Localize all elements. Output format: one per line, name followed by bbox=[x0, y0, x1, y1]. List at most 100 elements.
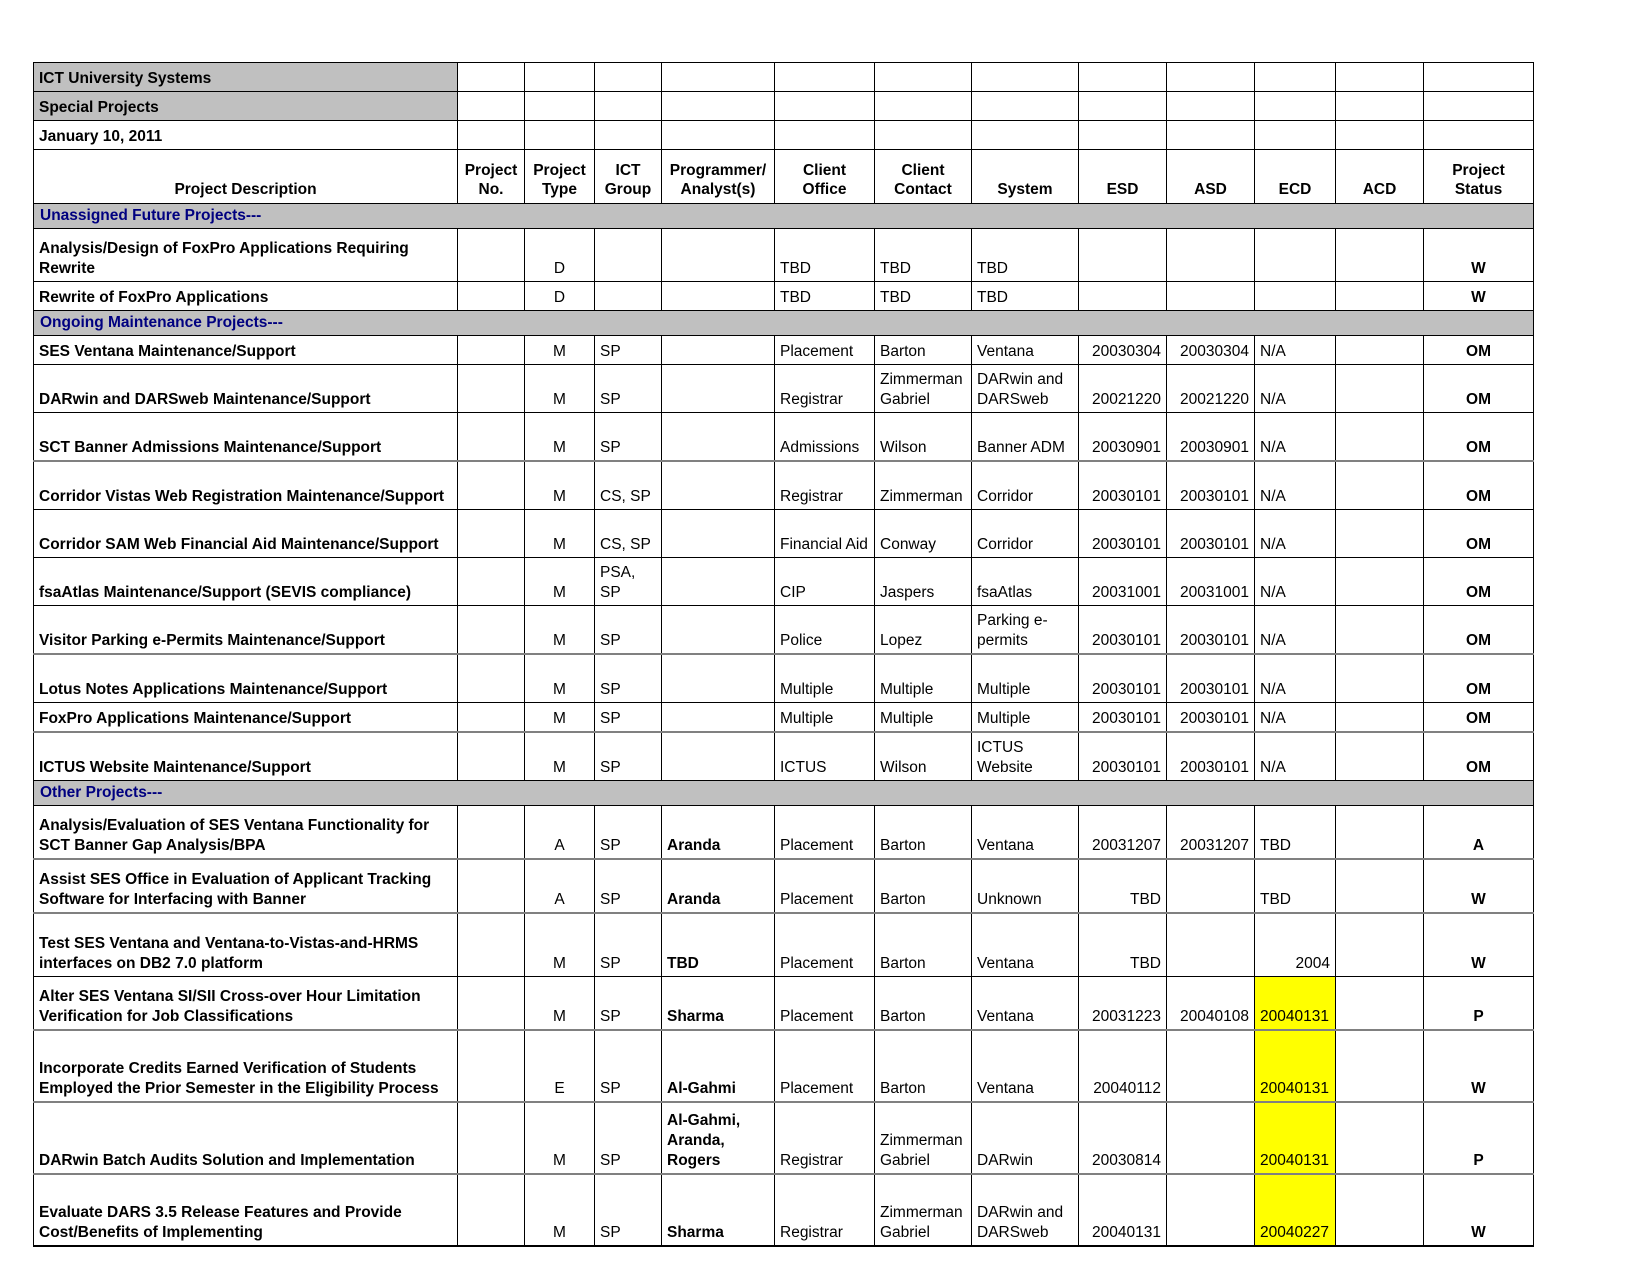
cell-project-status[interactable]: OM bbox=[1424, 732, 1534, 781]
cell-ict-group[interactable]: SP bbox=[595, 365, 662, 413]
cell-project-type[interactable]: E bbox=[525, 1030, 595, 1102]
cell-ict-group[interactable]: SP bbox=[595, 913, 662, 977]
cell-ecd[interactable]: TBD bbox=[1255, 859, 1336, 913]
cell-asd[interactable] bbox=[1167, 1030, 1255, 1102]
cell-client-contact[interactable]: Wilson bbox=[875, 413, 972, 462]
cell-project-no[interactable] bbox=[458, 732, 525, 781]
cell-acd[interactable] bbox=[1336, 977, 1424, 1031]
cell-asd[interactable]: 20030101 bbox=[1167, 732, 1255, 781]
cell-project-type[interactable]: A bbox=[525, 859, 595, 913]
cell-project-description[interactable]: SCT Banner Admissions Maintenance/Suppor… bbox=[34, 413, 458, 462]
cell-ict-group[interactable] bbox=[595, 229, 662, 282]
cell-project-description[interactable]: ICTUS Website Maintenance/Support bbox=[34, 732, 458, 781]
cell-asd[interactable] bbox=[1167, 282, 1255, 311]
cell-ict-group[interactable]: SP bbox=[595, 336, 662, 365]
cell-project-type[interactable]: M bbox=[525, 1174, 595, 1246]
cell-client-office[interactable]: Placement bbox=[775, 806, 875, 860]
cell-ecd[interactable]: N/A bbox=[1255, 606, 1336, 655]
cell-project-no[interactable] bbox=[458, 229, 525, 282]
cell-project-no[interactable] bbox=[458, 336, 525, 365]
cell-client-office[interactable]: CIP bbox=[775, 558, 875, 606]
cell-client-contact[interactable]: Barton bbox=[875, 1030, 972, 1102]
cell-project-description[interactable]: FoxPro Applications Maintenance/Support bbox=[34, 703, 458, 733]
cell-project-no[interactable] bbox=[458, 1102, 525, 1174]
cell-client-contact[interactable]: Barton bbox=[875, 806, 972, 860]
cell-project-status[interactable]: A bbox=[1424, 806, 1534, 860]
cell-client-contact[interactable]: Barton bbox=[875, 859, 972, 913]
cell-project-status[interactable]: P bbox=[1424, 977, 1534, 1031]
cell-esd[interactable]: 20030101 bbox=[1079, 461, 1167, 510]
cell-ict-group[interactable]: PSA, SP bbox=[595, 558, 662, 606]
cell-project-description[interactable]: DARwin and DARSweb Maintenance/Support bbox=[34, 365, 458, 413]
cell-project-status[interactable]: OM bbox=[1424, 654, 1534, 703]
cell-project-no[interactable] bbox=[458, 413, 525, 462]
cell-ict-group[interactable]: SP bbox=[595, 1174, 662, 1246]
cell-client-office[interactable]: Multiple bbox=[775, 654, 875, 703]
cell-system[interactable]: fsaAtlas bbox=[972, 558, 1079, 606]
cell-esd[interactable]: 20030101 bbox=[1079, 732, 1167, 781]
cell-acd[interactable] bbox=[1336, 282, 1424, 311]
cell-project-type[interactable]: A bbox=[525, 806, 595, 860]
cell-project-status[interactable]: W bbox=[1424, 229, 1534, 282]
cell-client-office[interactable]: Multiple bbox=[775, 703, 875, 733]
cell-ict-group[interactable]: SP bbox=[595, 806, 662, 860]
cell-project-description[interactable]: Analysis/Evaluation of SES Ventana Funct… bbox=[34, 806, 458, 860]
cell-asd[interactable]: 20030101 bbox=[1167, 510, 1255, 558]
cell-programmer[interactable] bbox=[662, 703, 775, 733]
cell-project-description[interactable]: SES Ventana Maintenance/Support bbox=[34, 336, 458, 365]
cell-asd[interactable] bbox=[1167, 859, 1255, 913]
cell-client-office[interactable]: Registrar bbox=[775, 1102, 875, 1174]
cell-system[interactable]: Ventana bbox=[972, 977, 1079, 1031]
cell-ecd[interactable] bbox=[1255, 282, 1336, 311]
cell-project-no[interactable] bbox=[458, 282, 525, 311]
cell-project-no[interactable] bbox=[458, 1174, 525, 1246]
cell-project-type[interactable]: M bbox=[525, 413, 595, 462]
cell-project-status[interactable]: W bbox=[1424, 859, 1534, 913]
cell-client-contact[interactable]: TBD bbox=[875, 282, 972, 311]
cell-acd[interactable] bbox=[1336, 732, 1424, 781]
cell-project-status[interactable]: OM bbox=[1424, 558, 1534, 606]
cell-esd[interactable]: 20031001 bbox=[1079, 558, 1167, 606]
cell-project-status[interactable]: OM bbox=[1424, 606, 1534, 655]
cell-client-office[interactable]: Admissions bbox=[775, 413, 875, 462]
cell-project-status[interactable]: W bbox=[1424, 282, 1534, 311]
cell-esd[interactable]: 20030101 bbox=[1079, 510, 1167, 558]
cell-esd[interactable]: 20031207 bbox=[1079, 806, 1167, 860]
cell-esd[interactable]: 20030814 bbox=[1079, 1102, 1167, 1174]
cell-ecd[interactable]: N/A bbox=[1255, 336, 1336, 365]
cell-system[interactable]: DARwin and DARSweb bbox=[972, 1174, 1079, 1246]
cell-ecd[interactable]: N/A bbox=[1255, 461, 1336, 510]
cell-programmer[interactable] bbox=[662, 558, 775, 606]
cell-ict-group[interactable]: SP bbox=[595, 703, 662, 733]
cell-acd[interactable] bbox=[1336, 365, 1424, 413]
cell-project-type[interactable]: M bbox=[525, 703, 595, 733]
cell-system[interactable]: TBD bbox=[972, 229, 1079, 282]
cell-asd[interactable] bbox=[1167, 1174, 1255, 1246]
cell-project-status[interactable]: P bbox=[1424, 1102, 1534, 1174]
cell-project-no[interactable] bbox=[458, 703, 525, 733]
cell-ict-group[interactable]: CS, SP bbox=[595, 510, 662, 558]
cell-client-contact[interactable]: Zimmerman Gabriel bbox=[875, 1174, 972, 1246]
cell-programmer[interactable] bbox=[662, 229, 775, 282]
cell-programmer[interactable]: TBD bbox=[662, 913, 775, 977]
cell-project-type[interactable]: D bbox=[525, 229, 595, 282]
cell-project-status[interactable]: OM bbox=[1424, 510, 1534, 558]
cell-project-type[interactable]: M bbox=[525, 336, 595, 365]
cell-ict-group[interactable]: SP bbox=[595, 1030, 662, 1102]
cell-system[interactable]: Corridor bbox=[972, 510, 1079, 558]
cell-programmer[interactable] bbox=[662, 461, 775, 510]
cell-project-type[interactable]: M bbox=[525, 913, 595, 977]
cell-client-contact[interactable]: Jaspers bbox=[875, 558, 972, 606]
cell-project-type[interactable]: D bbox=[525, 282, 595, 311]
cell-system[interactable]: Ventana bbox=[972, 336, 1079, 365]
cell-programmer[interactable] bbox=[662, 606, 775, 655]
cell-esd[interactable] bbox=[1079, 229, 1167, 282]
cell-ict-group[interactable]: CS, SP bbox=[595, 461, 662, 510]
cell-acd[interactable] bbox=[1336, 913, 1424, 977]
cell-project-description[interactable]: fsaAtlas Maintenance/Support (SEVIS comp… bbox=[34, 558, 458, 606]
cell-project-description[interactable]: DARwin Batch Audits Solution and Impleme… bbox=[34, 1102, 458, 1174]
cell-ecd[interactable]: 20040131 bbox=[1255, 1030, 1336, 1102]
cell-programmer[interactable]: Al-Gahmi bbox=[662, 1030, 775, 1102]
cell-system[interactable]: Ventana bbox=[972, 1030, 1079, 1102]
cell-programmer[interactable] bbox=[662, 510, 775, 558]
